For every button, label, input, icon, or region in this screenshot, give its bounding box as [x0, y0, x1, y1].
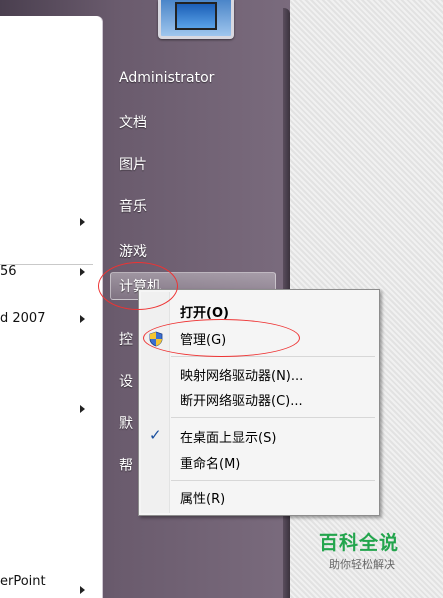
program-item-label: 56: [0, 264, 17, 279]
user-picture[interactable]: [158, 0, 234, 39]
program-item-label: erPoint: [0, 574, 46, 589]
submenu-arrow-icon[interactable]: [80, 218, 85, 226]
control-panel-link[interactable]: 控: [119, 329, 133, 349]
menu-item-properties[interactable]: 属性(R): [180, 488, 225, 507]
menu-separator: [171, 480, 375, 481]
menu-separator: [171, 417, 375, 418]
music-link[interactable]: 音乐: [119, 196, 147, 216]
submenu-arrow-icon[interactable]: [80, 315, 85, 323]
default-programs-link[interactable]: 默: [119, 413, 133, 433]
annotation-circle-manage: [143, 319, 300, 357]
submenu-arrow-icon[interactable]: [80, 405, 85, 413]
submenu-arrow-icon[interactable]: [80, 586, 85, 594]
monitor-icon: [175, 2, 217, 30]
watermark: 百科全说 助你轻松解决: [305, 524, 425, 574]
documents-link[interactable]: 文档: [119, 112, 147, 132]
program-item-label: d 2007: [0, 311, 46, 326]
checkmark-icon: ✓: [149, 426, 162, 444]
submenu-arrow-icon[interactable]: [80, 268, 85, 276]
devices-link[interactable]: 设: [119, 371, 133, 391]
program-item[interactable]: 56: [0, 264, 17, 279]
games-link[interactable]: 游戏: [119, 241, 147, 261]
programs-panel: 56 d 2007 erPoint: [0, 16, 102, 598]
watermark-subtitle: 助你轻松解决: [329, 558, 395, 571]
help-link[interactable]: 帮: [119, 455, 133, 475]
program-item[interactable]: erPoint: [0, 574, 46, 589]
program-item[interactable]: d 2007: [0, 311, 45, 326]
menu-item-disconnect-drive[interactable]: 断开网络驱动器(C)...: [180, 390, 303, 409]
menu-item-rename[interactable]: 重命名(M): [180, 453, 240, 472]
pictures-link[interactable]: 图片: [119, 154, 147, 174]
annotation-circle-computer: [98, 262, 178, 310]
menu-item-map-drive[interactable]: 映射网络驱动器(N)...: [180, 365, 303, 384]
menu-item-show-on-desktop[interactable]: 在桌面上显示(S): [180, 427, 276, 446]
user-name-link[interactable]: Administrator: [119, 70, 214, 86]
watermark-title: 百科全说: [319, 532, 400, 554]
